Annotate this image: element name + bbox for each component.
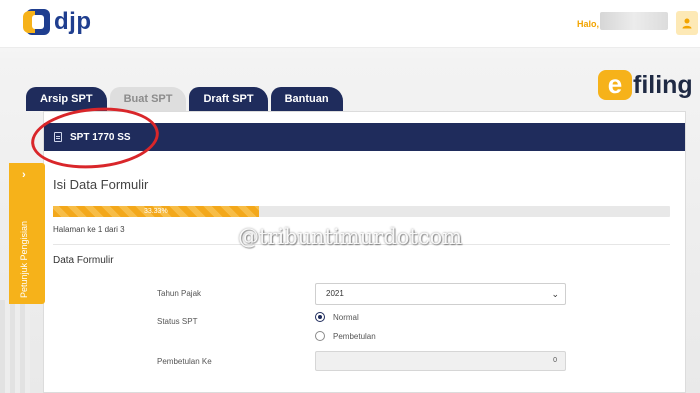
card-header-title: SPT 1770 SS <box>70 131 131 143</box>
djp-logo-text: djp <box>54 8 92 35</box>
user-glyph-icon <box>682 18 692 29</box>
petunjuk-pengisian-panel[interactable]: › Petunjuk Pengisian <box>9 163 45 304</box>
radio-normal-label: Normal <box>333 312 359 322</box>
tab-buat-spt[interactable]: Buat SPT <box>109 87 187 111</box>
radio-pembetulan[interactable] <box>315 331 325 341</box>
tab-draft-spt[interactable]: Draft SPT <box>189 87 268 111</box>
djp-logo-mark <box>23 9 50 35</box>
progress-fill: 33.33% <box>53 206 259 217</box>
document-icon <box>54 132 62 142</box>
tahun-pajak-label: Tahun Pajak <box>157 289 202 298</box>
efiling-logo-text: filing <box>633 70 693 99</box>
status-pembetulan-option[interactable]: Pembetulan <box>315 331 376 341</box>
efiling-logo-mark: e <box>598 70 632 100</box>
chevron-right-icon: › <box>22 169 26 181</box>
tab-bantuan[interactable]: Bantuan <box>270 87 343 111</box>
pembetulan-ke-input[interactable]: 0 <box>315 351 566 371</box>
divider <box>53 244 670 245</box>
efiling-logo: e filing <box>598 70 693 100</box>
pembetulan-ke-label: Pembetulan Ke <box>157 357 212 366</box>
user-icon[interactable] <box>676 11 698 35</box>
section-title: Isi Data Formulir <box>53 177 149 192</box>
chevron-down-icon: ⌄ <box>551 289 559 299</box>
top-header: djp Halo, <box>0 0 700 48</box>
main-tabs: Arsip SPT Buat SPT Draft SPT Bantuan <box>26 87 346 111</box>
radio-pembetulan-label: Pembetulan <box>333 331 376 341</box>
tahun-pajak-select[interactable]: 2021 ⌄ <box>315 283 566 305</box>
radio-normal[interactable] <box>315 312 325 322</box>
greeting-text: Halo, <box>577 19 600 29</box>
petunjuk-pengisian-label: Petunjuk Pengisian <box>19 220 29 298</box>
status-spt-label: Status SPT <box>157 317 198 326</box>
tab-arsip-spt[interactable]: Arsip SPT <box>26 87 107 111</box>
user-name-redacted <box>600 12 668 30</box>
progress-bar: 33.33% <box>53 206 670 217</box>
card-header: SPT 1770 SS <box>44 123 685 151</box>
subsection-title: Data Formulir <box>53 255 114 266</box>
status-normal-option[interactable]: Normal <box>315 312 359 322</box>
tahun-pajak-value: 2021 <box>326 289 344 298</box>
page-indicator: Halaman ke 1 dari 3 <box>53 225 125 234</box>
background-decoration <box>0 300 30 393</box>
djp-logo[interactable]: djp <box>23 8 92 36</box>
